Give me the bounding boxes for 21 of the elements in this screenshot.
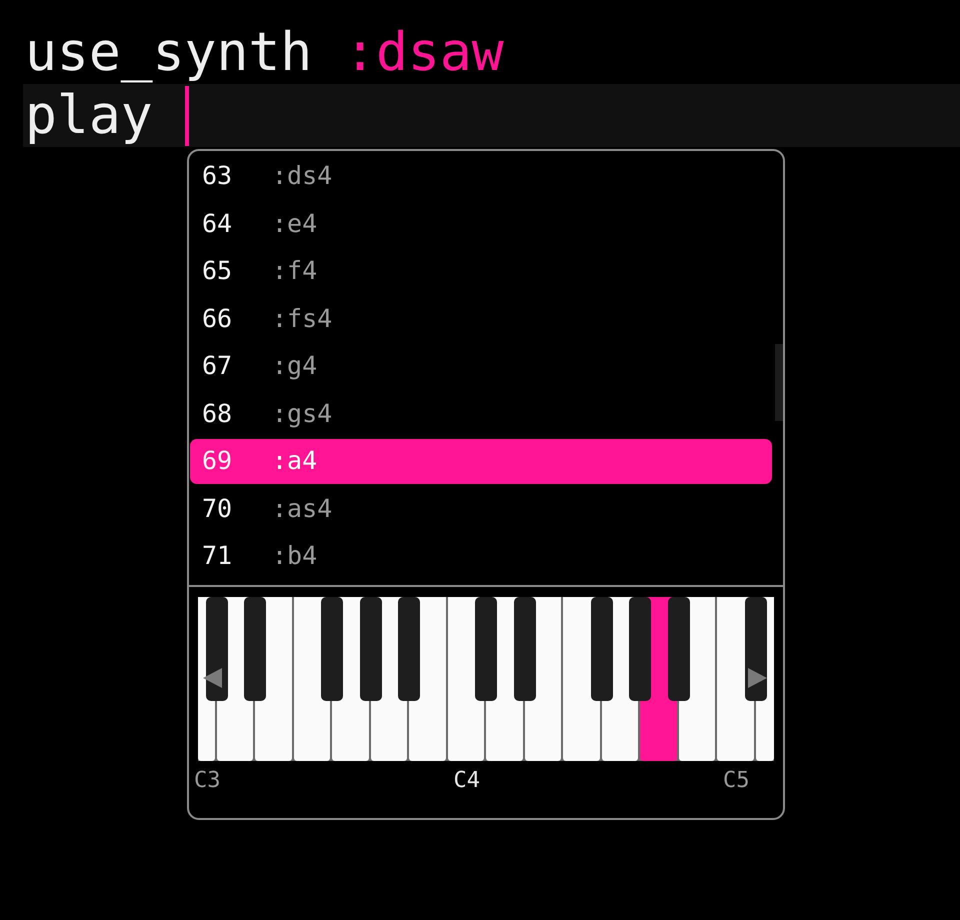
autocomplete-item[interactable]: 66 :fs4 <box>190 296 772 341</box>
autocomplete-item[interactable]: 63 :ds4 <box>190 154 772 198</box>
sharp-key[interactable] <box>590 597 612 701</box>
sharp-key[interactable] <box>360 597 382 701</box>
right-triangle-icon[interactable] <box>748 668 767 688</box>
left-triangle-icon[interactable] <box>203 668 222 688</box>
sharp-key[interactable] <box>514 597 536 701</box>
octave-label: C4 <box>454 767 480 795</box>
scrollbar-thumb[interactable] <box>775 344 783 421</box>
code-symbol: :dsaw <box>344 21 504 84</box>
autocomplete-item[interactable]: 69 :a4 <box>190 438 772 484</box>
octave-label: C3 <box>194 767 220 795</box>
autocomplete-item[interactable]: 65 :f4 <box>190 248 772 294</box>
code-text: use_synth <box>25 21 312 84</box>
autocomplete-item[interactable]: 71 :b4 <box>190 534 772 578</box>
autocomplete-item[interactable]: 64 :e4 <box>190 201 772 246</box>
autocomplete-item[interactable]: 68 :gs4 <box>190 391 772 436</box>
autocomplete-item[interactable]: 70 :as4 <box>190 486 772 531</box>
code-text: play <box>25 84 153 147</box>
octave-label: C5 <box>723 767 750 795</box>
autocomplete-item[interactable]: 67 :g4 <box>190 344 772 388</box>
